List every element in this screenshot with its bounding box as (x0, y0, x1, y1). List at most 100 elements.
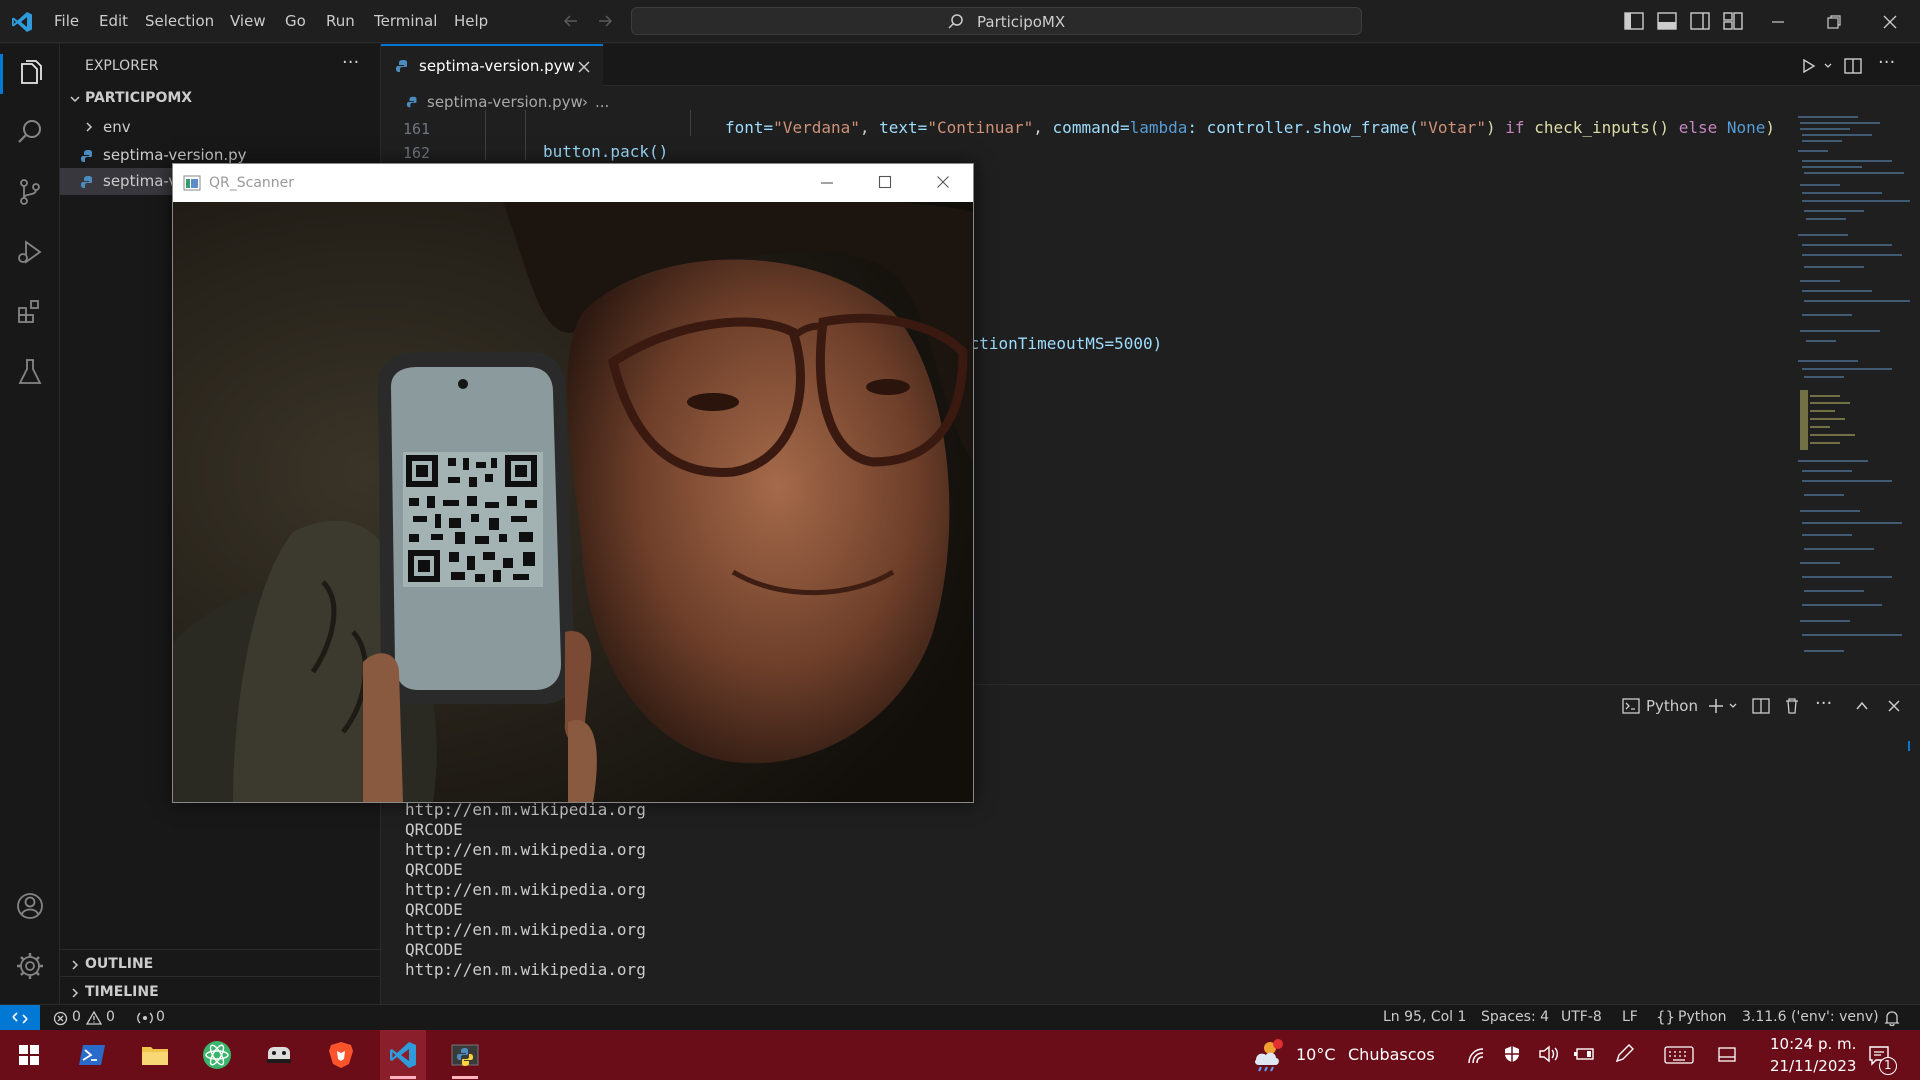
weather-temperature[interactable]: 10°C (1296, 1045, 1336, 1064)
breadcrumb-more[interactable]: ... (595, 93, 609, 111)
webcam-image (173, 202, 973, 802)
chevron-down-icon[interactable] (1823, 61, 1833, 71)
python-file-icon (81, 176, 92, 188)
run-debug-icon[interactable] (14, 236, 46, 268)
toggle-primary-sidebar-icon[interactable] (1624, 12, 1644, 30)
close-window-icon[interactable] (936, 175, 950, 189)
outline-section[interactable]: OUTLINE (85, 956, 153, 972)
weather-description[interactable]: Chubascos (1348, 1045, 1435, 1064)
menu-go[interactable]: Go (285, 12, 306, 30)
split-terminal-icon[interactable] (1752, 698, 1770, 714)
encoding[interactable]: UTF-8 (1561, 1009, 1602, 1025)
minimize-icon[interactable] (819, 177, 835, 189)
command-center-search[interactable]: ParticipoMX (631, 7, 1362, 35)
clock-time[interactable]: 10:24 p. m. (1770, 1035, 1856, 1053)
clock-date[interactable]: 21/11/2023 (1770, 1057, 1856, 1075)
remote-indicator[interactable] (0, 1005, 40, 1031)
tree-item-septima-pyw[interactable]: septima-v (103, 172, 177, 190)
powershell-icon[interactable] (77, 1039, 109, 1071)
ports-broadcast-icon[interactable] (136, 1010, 154, 1026)
close-panel-icon[interactable] (1887, 699, 1901, 713)
run-file-icon[interactable] (1801, 58, 1817, 74)
explorer-more-button[interactable]: ··· (342, 52, 359, 73)
toggle-panel-icon[interactable] (1657, 12, 1677, 30)
explorer-icon[interactable] (14, 58, 46, 90)
restore-icon[interactable] (1826, 14, 1842, 30)
language-mode[interactable]: Python (1678, 1009, 1727, 1025)
security-shield-icon[interactable] (1502, 1044, 1522, 1064)
game-app-icon[interactable] (263, 1039, 295, 1071)
testing-flask-icon[interactable] (14, 356, 46, 388)
minimize-icon[interactable] (1770, 20, 1786, 24)
new-terminal-plus-icon[interactable] (1707, 697, 1725, 715)
customize-layout-icon[interactable] (1723, 12, 1743, 30)
display-icon[interactable] (1717, 1045, 1737, 1065)
python-interpreter[interactable]: 3.11.6 ('env': venv) (1742, 1009, 1879, 1025)
chevron-down-icon[interactable] (1728, 701, 1738, 711)
touch-keyboard-icon[interactable] (1664, 1046, 1694, 1064)
timeline-section[interactable]: TIMELINE (85, 984, 159, 1000)
error-count[interactable]: 0 (72, 1009, 81, 1025)
title-bar: File Edit Selection View Go Run Terminal… (0, 0, 1920, 43)
warning-icon[interactable] (86, 1010, 102, 1026)
ports-count[interactable]: 0 (156, 1009, 165, 1025)
tree-item-env[interactable]: env (103, 118, 131, 136)
language-braces-icon: {} (1656, 1008, 1676, 1026)
atom-app-icon[interactable] (201, 1039, 233, 1071)
warning-count[interactable]: 0 (106, 1009, 115, 1025)
editor-more-actions[interactable]: ··· (1878, 52, 1895, 73)
extensions-icon[interactable] (14, 296, 46, 328)
close-window-icon[interactable] (1882, 14, 1898, 30)
network-icon[interactable] (1467, 1045, 1485, 1065)
trash-icon[interactable] (1784, 697, 1800, 715)
split-editor-icon[interactable] (1844, 58, 1862, 74)
forward-arrow-icon[interactable] (596, 12, 614, 30)
breadcrumb-file[interactable]: septima-version.pyw (427, 93, 583, 111)
chevron-down-icon (70, 96, 80, 103)
tab-septima-version-pyw[interactable]: septima-version.pyw (381, 44, 603, 87)
vscode-taskbar-icon[interactable] (387, 1039, 419, 1071)
panel-more-actions[interactable]: ··· (1815, 693, 1832, 714)
maximize-panel-chevron-up-icon[interactable] (1855, 699, 1869, 713)
close-tab-icon[interactable] (577, 60, 591, 74)
tree-item-septima-py[interactable]: septima-version.py (103, 146, 247, 164)
divider (60, 976, 380, 977)
weather-rain-icon[interactable] (1250, 1038, 1284, 1072)
back-arrow-icon[interactable] (562, 12, 580, 30)
brave-browser-icon[interactable] (325, 1039, 357, 1071)
minimap[interactable] (1790, 110, 1910, 680)
windows-start-icon[interactable] (13, 1039, 45, 1071)
code-line-162: button.pack() (543, 142, 669, 161)
menu-selection[interactable]: Selection (145, 12, 214, 30)
terminal-shell-name[interactable]: Python (1646, 697, 1698, 715)
pen-icon[interactable] (1613, 1043, 1635, 1065)
python-running-indicator (452, 1076, 478, 1079)
menu-terminal[interactable]: Terminal (374, 12, 437, 30)
menu-view[interactable]: View (230, 12, 266, 30)
token: font= (725, 118, 774, 137)
token: ) (1765, 118, 1776, 137)
python-app-icon[interactable] (449, 1039, 481, 1071)
menu-help[interactable]: Help (454, 12, 488, 30)
maximize-icon[interactable] (878, 175, 892, 189)
source-control-icon[interactable] (14, 176, 46, 208)
menu-file[interactable]: File (54, 12, 79, 30)
notifications-bell-icon[interactable] (1884, 1010, 1900, 1027)
volume-icon[interactable] (1538, 1045, 1560, 1063)
toggle-secondary-sidebar-icon[interactable] (1690, 12, 1710, 30)
battery-icon[interactable] (1573, 1046, 1595, 1062)
qr-scanner-window[interactable]: QR_Scanner (172, 163, 974, 803)
end-of-line[interactable]: LF (1622, 1009, 1638, 1025)
indentation[interactable]: Spaces: 4 (1481, 1009, 1549, 1025)
settings-gear-icon[interactable] (14, 950, 46, 982)
menu-run[interactable]: Run (326, 12, 355, 30)
accounts-icon[interactable] (14, 890, 46, 922)
file-explorer-icon[interactable] (139, 1039, 171, 1071)
menu-edit[interactable]: Edit (99, 12, 128, 30)
folder-participomx[interactable]: PARTICIPOMX (85, 90, 192, 106)
error-icon[interactable] (53, 1011, 68, 1026)
vscode-running-indicator (390, 1076, 416, 1079)
search-icon[interactable] (14, 116, 46, 148)
cursor-position[interactable]: Ln 95, Col 1 (1383, 1009, 1466, 1025)
